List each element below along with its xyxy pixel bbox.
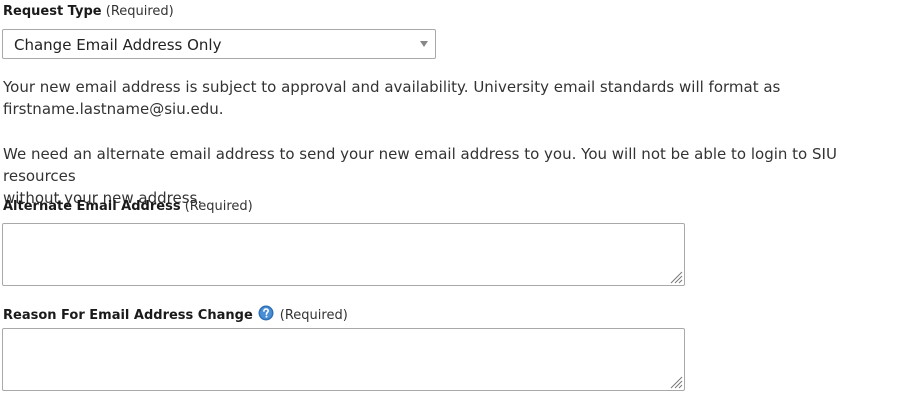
approval-notice-line-1: Your new email address is subject to app… [3, 78, 781, 96]
alternate-email-textarea[interactable] [2, 223, 685, 286]
alternate-email-label: Alternate Email Address (Required) [3, 199, 253, 215]
resize-grip-icon[interactable] [669, 270, 683, 284]
request-type-select[interactable]: Change Email Address Only [2, 29, 436, 59]
request-type-selected-value: Change Email Address Only [14, 36, 222, 54]
request-type-label-text: Request Type [3, 4, 102, 19]
reason-label: Reason For Email Address Change (Require… [3, 303, 348, 324]
approval-notice-line-2: firstname.lastname@siu.edu. [3, 100, 224, 118]
resize-grip-icon[interactable] [669, 375, 683, 389]
alternate-email-notice-line-1: We need an alternate email address to se… [3, 145, 837, 185]
request-type-required-text: (Required) [105, 4, 174, 19]
reason-label-text: Reason For Email Address Change [3, 308, 253, 323]
request-type-label: Request Type (Required) [3, 4, 174, 20]
chevron-down-icon [420, 41, 428, 47]
reason-textarea[interactable] [2, 328, 685, 391]
approval-notice: Your new email address is subject to app… [3, 76, 908, 120]
help-question-icon[interactable] [258, 305, 274, 321]
alternate-email-label-text: Alternate Email Address [3, 199, 181, 214]
request-form: Request Type (Required) Change Email Add… [0, 0, 910, 401]
reason-required-text: (Required) [279, 308, 348, 323]
alternate-email-required-text: (Required) [184, 199, 253, 214]
